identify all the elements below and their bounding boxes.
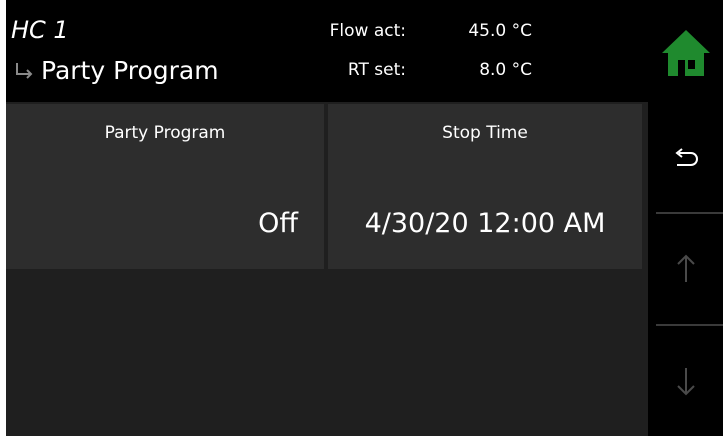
party-program-tile[interactable]: Party Program Off xyxy=(6,104,324,269)
back-button[interactable] xyxy=(648,110,723,210)
sub-menu-arrow-icon xyxy=(11,58,37,84)
subtitle-row: Party Program xyxy=(11,54,219,88)
flow-actual-label: Flow act: xyxy=(329,21,406,41)
heating-circuit-title: HC 1 xyxy=(11,16,69,44)
back-arrow-icon xyxy=(674,148,698,166)
arrow-down-icon xyxy=(676,368,695,396)
scroll-up-button[interactable] xyxy=(648,216,723,322)
scroll-down-button[interactable] xyxy=(648,328,723,434)
party-program-title: Party Program xyxy=(104,123,226,143)
header: HC 1 Party Program Flow act: 45.0 °C RT … xyxy=(6,0,648,102)
stop-time-tile[interactable]: Stop Time 4/30/20 12:00 AM xyxy=(328,104,642,269)
home-button[interactable] xyxy=(648,12,723,94)
arrow-up-icon xyxy=(676,254,695,282)
page-title: Party Program xyxy=(41,56,219,85)
navigation-bar xyxy=(648,0,723,436)
room-temp-set-value: 8.0 °C xyxy=(479,60,532,80)
display-screen: HC 1 Party Program Flow act: 45.0 °C RT … xyxy=(6,0,723,436)
nav-divider xyxy=(656,324,723,326)
flow-actual-value: 45.0 °C xyxy=(468,21,532,41)
home-icon xyxy=(661,30,710,76)
stop-time-value: 4/30/20 12:00 AM xyxy=(364,208,606,239)
stop-time-title: Stop Time xyxy=(442,123,528,143)
nav-divider xyxy=(656,212,723,214)
room-temp-set-label: RT set: xyxy=(347,60,406,80)
party-program-value: Off xyxy=(258,208,298,239)
content-area: Party Program Off Stop Time 4/30/20 12:0… xyxy=(6,102,648,436)
